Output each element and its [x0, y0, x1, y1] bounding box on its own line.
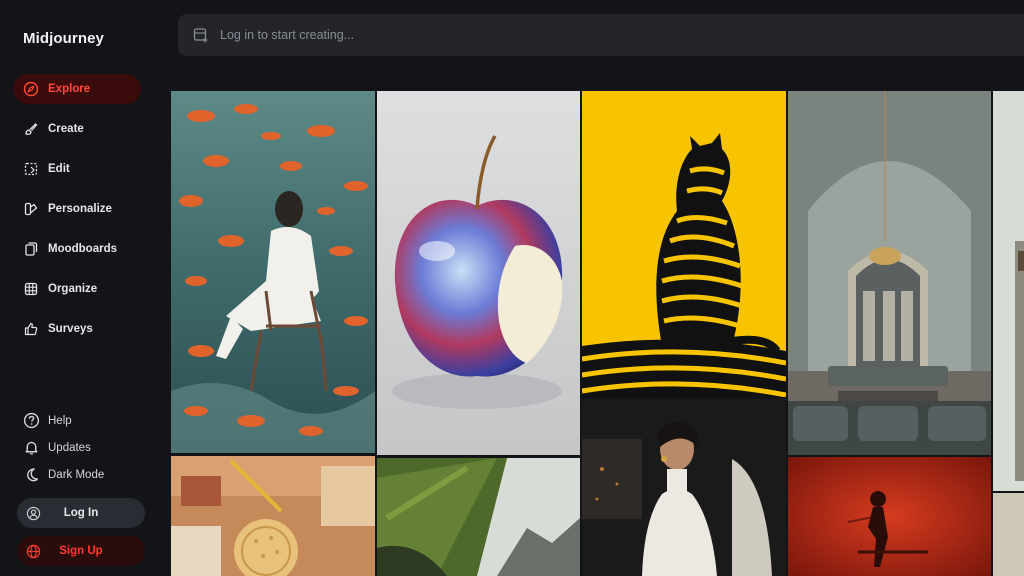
nav-label-explore: Explore [48, 83, 91, 95]
nav-label-create: Create [48, 123, 84, 135]
dark-mode-label: Dark Mode [48, 468, 105, 481]
gallery-image-miniature-cookie[interactable] [171, 456, 375, 576]
nav-item-surveys[interactable]: Surveys [13, 314, 141, 344]
forest-motion-illustration [377, 458, 580, 576]
user-icon [26, 506, 41, 520]
gallery-image-partial-right-lower[interactable] [993, 493, 1024, 576]
moon-icon [27, 468, 39, 482]
prompt-bar[interactable] [178, 14, 1024, 56]
gallery-image-arched-interior[interactable] [788, 91, 991, 455]
gallery-image-koi-underwater[interactable] [171, 91, 375, 453]
nav-label-personalize: Personalize [48, 203, 112, 215]
grid-icon [24, 282, 38, 296]
updates-link[interactable]: Updates [23, 439, 91, 456]
gallery-image-striped-tiger[interactable] [582, 91, 786, 397]
bell-icon [25, 441, 38, 455]
globe-icon [26, 544, 41, 558]
palette-icon [24, 202, 38, 216]
sidebar: Midjourney Explore Create Edit Personali… [0, 0, 160, 576]
gallery-image-red-runner[interactable] [788, 457, 991, 576]
striped-tiger-illustration [582, 91, 786, 397]
chrome-apple-illustration [377, 91, 580, 455]
partial-right-illustration [993, 91, 1024, 491]
nav-label-edit: Edit [48, 163, 70, 175]
gallery-image-forest-motion[interactable] [377, 458, 580, 576]
red-runner-illustration [788, 457, 991, 576]
log-in-button[interactable]: Log In [17, 498, 145, 528]
brush-icon [25, 123, 38, 135]
nav-label-moodboards: Moodboards [48, 243, 117, 255]
app-logo[interactable]: Midjourney [23, 30, 104, 47]
help-icon [23, 412, 40, 429]
thumbs-up-icon [24, 322, 38, 336]
nav-label-organize: Organize [48, 283, 98, 295]
arched-interior-illustration [788, 91, 991, 455]
sign-up-button[interactable]: Sign Up [17, 536, 145, 566]
gallery-image-car-portrait[interactable] [582, 399, 786, 576]
nav-label-surveys: Surveys [48, 323, 93, 335]
nav-item-explore[interactable]: Explore [13, 74, 141, 104]
edit-frame-icon [24, 162, 38, 176]
prompt-input[interactable] [220, 28, 820, 42]
koi-underwater-illustration [171, 91, 375, 453]
nav-item-edit[interactable]: Edit [13, 154, 141, 184]
car-portrait-illustration [582, 399, 786, 576]
gallery-image-partial-right[interactable] [993, 91, 1024, 491]
nav-item-moodboards[interactable]: Moodboards [13, 234, 141, 264]
miniature-cookie-illustration [171, 456, 375, 576]
nav-item-personalize[interactable]: Personalize [13, 194, 141, 224]
moodboard-icon [25, 242, 38, 256]
help-label: Help [48, 414, 72, 427]
gallery-image-chrome-apple[interactable] [377, 91, 580, 455]
compass-icon [23, 81, 39, 97]
updates-label: Updates [48, 441, 91, 454]
partial-right-lower-illustration [993, 493, 1024, 576]
image-add-icon[interactable] [192, 26, 210, 44]
nav-item-organize[interactable]: Organize [13, 274, 141, 304]
dark-mode-toggle[interactable]: Dark Mode [23, 466, 104, 483]
nav-item-create[interactable]: Create [13, 114, 141, 144]
help-link[interactable]: Help [23, 412, 72, 429]
